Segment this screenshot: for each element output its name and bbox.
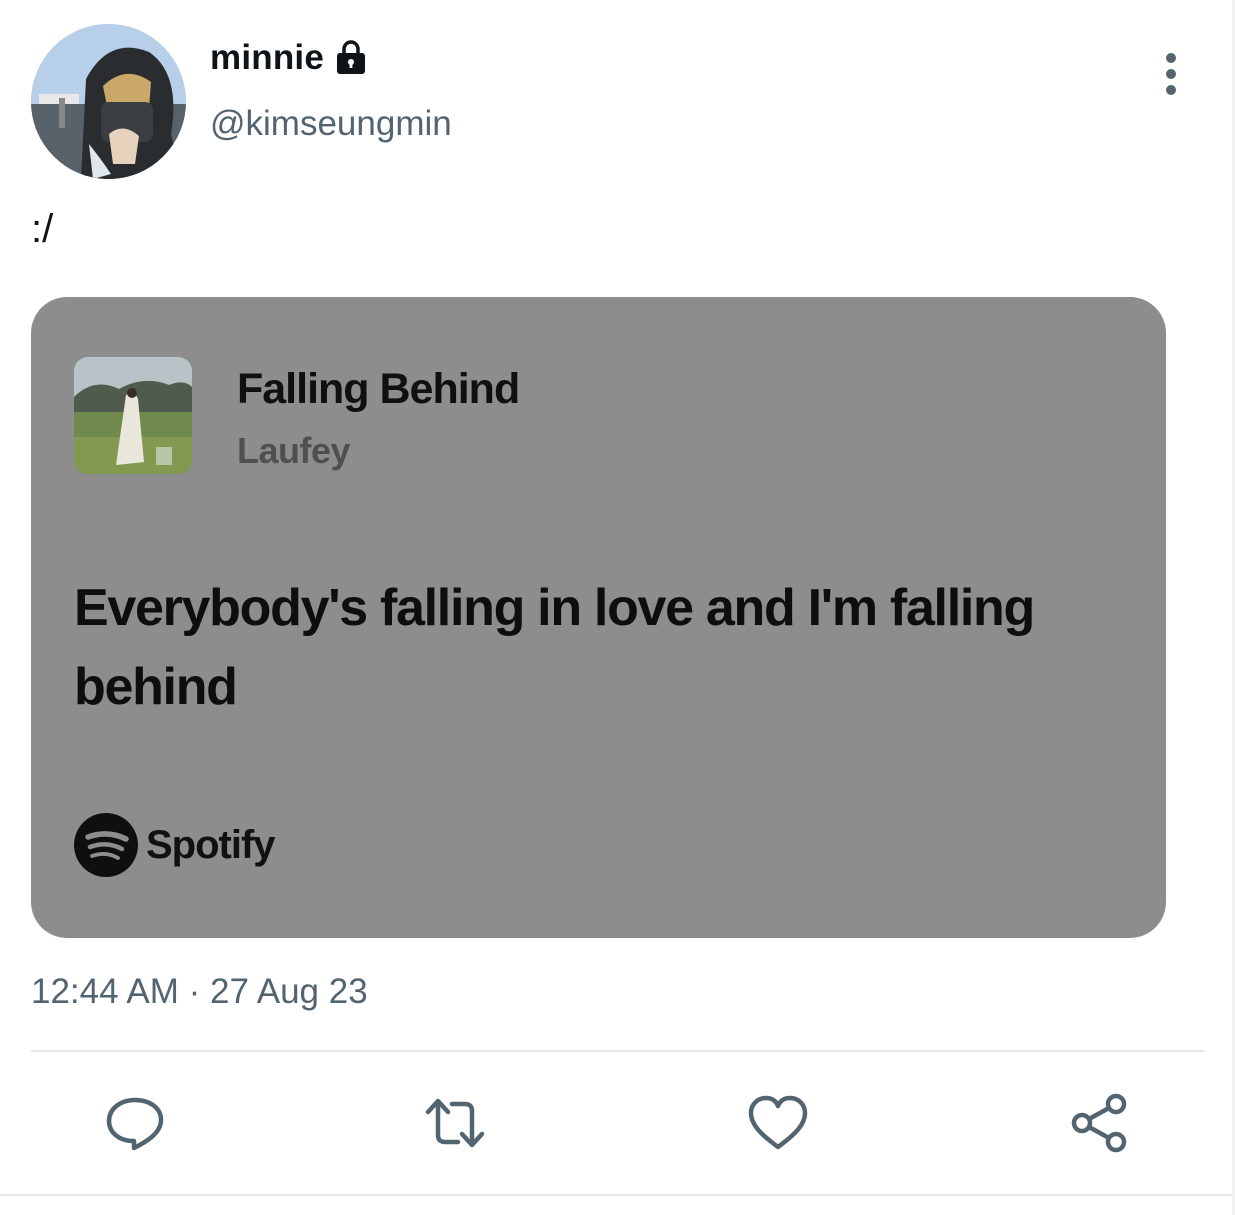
retweet-icon: [425, 1098, 485, 1148]
like-button[interactable]: [747, 1092, 809, 1154]
retweet-button[interactable]: [424, 1092, 486, 1154]
bottom-divider: [0, 1194, 1235, 1196]
display-name[interactable]: minnie: [210, 38, 324, 78]
spotify-icon: [74, 813, 138, 877]
reply-icon: [106, 1097, 164, 1151]
lock-icon: [332, 39, 370, 77]
tweet: minnie @kimseungmin :/ Falling Behind La…: [0, 0, 1235, 1215]
heart-icon: [748, 1095, 808, 1150]
spotify-card[interactable]: Falling Behind Laufey Everybody's fallin…: [31, 297, 1166, 938]
divider: [31, 1050, 1204, 1052]
avatar[interactable]: [31, 24, 186, 179]
tweet-text: :/: [31, 207, 54, 251]
handle[interactable]: @kimseungmin: [210, 104, 452, 144]
track-title: Falling Behind: [237, 365, 520, 413]
album-art: [74, 357, 192, 474]
timestamp-separator: ·: [178, 972, 210, 1011]
tweet-date: 27 Aug 23: [210, 972, 368, 1011]
display-name-row: minnie: [210, 38, 370, 78]
share-button[interactable]: [1069, 1092, 1131, 1154]
reply-button[interactable]: [104, 1092, 166, 1154]
timestamp[interactable]: 12:44 AM · 27 Aug 23: [31, 972, 368, 1012]
more-vertical-icon[interactable]: [1155, 52, 1187, 98]
spotify-wordmark: Spotify: [146, 822, 276, 867]
track-artist: Laufey: [237, 430, 351, 471]
spotify-logo: Spotify: [74, 813, 276, 877]
lyric-text: Everybody's falling in love and I'm fall…: [74, 579, 1035, 716]
share-icon: [1071, 1093, 1127, 1153]
tweet-time: 12:44 AM: [31, 972, 179, 1011]
